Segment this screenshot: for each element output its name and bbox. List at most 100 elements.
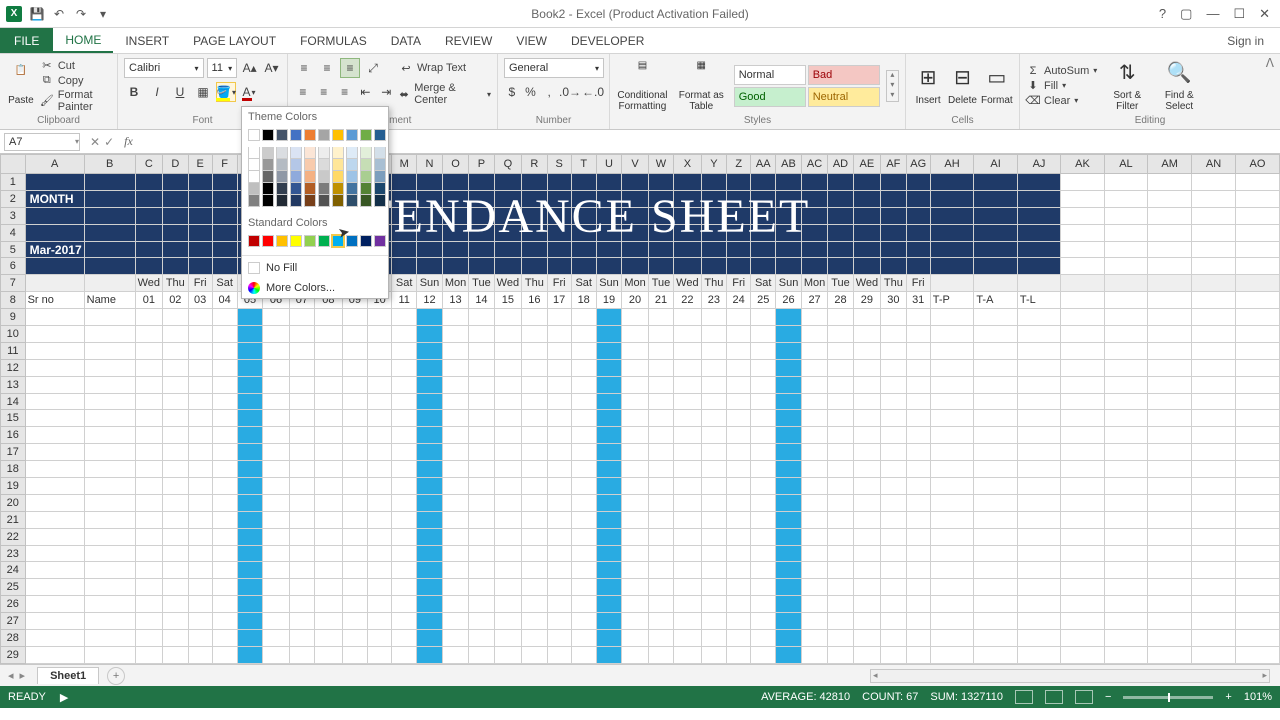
indent-inc-button[interactable]: ⇥: [377, 82, 395, 102]
cell[interactable]: [881, 258, 907, 275]
cell[interactable]: [469, 224, 494, 241]
cell[interactable]: [212, 613, 237, 630]
column-header[interactable]: N: [417, 155, 443, 174]
cell[interactable]: [853, 241, 880, 258]
cell[interactable]: [263, 562, 289, 579]
cell[interactable]: [906, 545, 930, 562]
color-swatch[interactable]: [332, 147, 344, 159]
cell[interactable]: [469, 309, 494, 326]
cell[interactable]: [442, 630, 468, 647]
percent-button[interactable]: %: [523, 82, 539, 102]
cell[interactable]: [1061, 342, 1105, 359]
cell[interactable]: [701, 224, 727, 241]
cell[interactable]: [906, 427, 930, 444]
cell[interactable]: [163, 528, 189, 545]
cell[interactable]: [469, 461, 494, 478]
cell[interactable]: [596, 478, 622, 495]
cell[interactable]: [163, 207, 189, 224]
cell[interactable]: [801, 613, 827, 630]
cell[interactable]: [469, 393, 494, 410]
cell[interactable]: [1192, 224, 1236, 241]
cell[interactable]: [188, 545, 212, 562]
cell[interactable]: [906, 376, 930, 393]
cell[interactable]: [776, 359, 802, 376]
cell[interactable]: [571, 410, 596, 427]
redo-icon[interactable]: ↷: [74, 7, 88, 21]
cell[interactable]: [494, 393, 521, 410]
sheet-nav[interactable]: ◂▸: [0, 669, 33, 682]
cell[interactable]: [648, 630, 673, 647]
cell[interactable]: [930, 579, 974, 596]
cell[interactable]: [289, 326, 314, 343]
cell[interactable]: [392, 444, 417, 461]
underline-button[interactable]: U: [170, 82, 190, 102]
cell[interactable]: [701, 326, 727, 343]
cell[interactable]: T-L: [1017, 292, 1060, 309]
cell[interactable]: [1104, 545, 1147, 562]
cell[interactable]: [1192, 207, 1236, 224]
cell[interactable]: [727, 562, 751, 579]
cell[interactable]: [547, 359, 571, 376]
cell[interactable]: [289, 630, 314, 647]
zoom-in-button[interactable]: +: [1225, 691, 1231, 703]
cell[interactable]: [188, 562, 212, 579]
cell[interactable]: [571, 613, 596, 630]
cell[interactable]: [135, 528, 162, 545]
cell[interactable]: [596, 207, 622, 224]
cell[interactable]: [776, 190, 802, 207]
cell[interactable]: [1148, 461, 1192, 478]
cell[interactable]: [547, 427, 571, 444]
cell[interactable]: [417, 309, 443, 326]
cell[interactable]: [930, 309, 974, 326]
cell[interactable]: [701, 478, 727, 495]
tab-data[interactable]: DATA: [379, 28, 433, 53]
cell[interactable]: [622, 444, 648, 461]
color-swatch[interactable]: [290, 183, 302, 195]
color-swatch[interactable]: [360, 235, 372, 247]
cell[interactable]: [237, 359, 263, 376]
cell[interactable]: [1104, 613, 1147, 630]
cell[interactable]: [469, 326, 494, 343]
cell[interactable]: [1017, 579, 1060, 596]
cell[interactable]: [853, 190, 880, 207]
cell[interactable]: [315, 461, 342, 478]
cell[interactable]: [1235, 545, 1279, 562]
cell[interactable]: [1192, 241, 1236, 258]
cell[interactable]: [417, 545, 443, 562]
cell[interactable]: [930, 613, 974, 630]
cell[interactable]: [1061, 190, 1105, 207]
cell[interactable]: [547, 596, 571, 613]
cell[interactable]: [596, 511, 622, 528]
cell[interactable]: [1104, 309, 1147, 326]
cell[interactable]: [881, 494, 907, 511]
cell[interactable]: [853, 596, 880, 613]
color-swatch[interactable]: [276, 171, 288, 183]
cell[interactable]: [469, 410, 494, 427]
column-header[interactable]: AC: [801, 155, 827, 174]
cell[interactable]: [25, 427, 84, 444]
cell[interactable]: [596, 646, 622, 663]
cell[interactable]: [212, 342, 237, 359]
cell[interactable]: [648, 545, 673, 562]
cell[interactable]: [674, 309, 701, 326]
cell[interactable]: [442, 174, 468, 191]
cell[interactable]: [263, 376, 289, 393]
cell[interactable]: Thu: [881, 275, 907, 292]
cell[interactable]: T-P: [930, 292, 974, 309]
cell[interactable]: [648, 241, 673, 258]
cell[interactable]: [163, 427, 189, 444]
cell[interactable]: [522, 646, 548, 663]
color-swatch[interactable]: [262, 171, 274, 183]
cell[interactable]: [135, 207, 162, 224]
column-header[interactable]: AM: [1148, 155, 1192, 174]
cell[interactable]: Tue: [469, 275, 494, 292]
cell[interactable]: [1104, 444, 1147, 461]
cell[interactable]: [801, 190, 827, 207]
cell[interactable]: [881, 309, 907, 326]
color-swatch[interactable]: [248, 183, 260, 195]
row-header[interactable]: 4: [1, 224, 26, 241]
cell[interactable]: Sat: [392, 275, 417, 292]
cell[interactable]: [801, 207, 827, 224]
cell[interactable]: [930, 427, 974, 444]
cell[interactable]: [1017, 410, 1060, 427]
